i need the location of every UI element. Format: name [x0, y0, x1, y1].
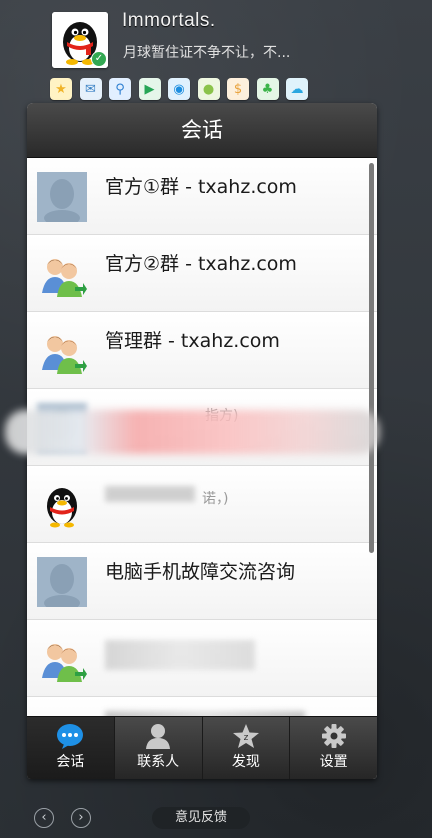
default-avatar-icon — [37, 557, 87, 607]
user-signature[interactable]: 月球暂住证不争不让，不... — [123, 42, 290, 62]
group-avatar-icon — [37, 249, 87, 299]
conversation-preview: 诺，) — [202, 491, 229, 507]
mail-icon[interactable]: ✉ — [79, 78, 102, 100]
penguin-avatar-icon — [37, 480, 87, 530]
tab-label: 设置 — [319, 754, 348, 770]
tab-label: 会话 — [56, 754, 85, 770]
redaction-smear — [5, 410, 380, 454]
chat-bubble-icon — [55, 723, 85, 749]
redacted-block — [105, 486, 195, 502]
online-status-icon: ✓ — [91, 51, 107, 67]
game-ball-icon[interactable]: ● — [197, 78, 220, 100]
user-nickname[interactable]: Immortals. — [122, 10, 216, 32]
money-bag-icon[interactable]: $ — [227, 78, 249, 100]
gear-icon — [319, 723, 349, 749]
conversation-item[interactable]: 电脑手机故障交流咨询 — [27, 543, 377, 620]
conversation-item[interactable] — [27, 620, 377, 697]
user-avatar[interactable]: ✓ — [52, 12, 108, 68]
favorite-star-icon[interactable]: ★ — [50, 78, 72, 100]
tab-label: 发现 — [231, 754, 260, 770]
list-scrollbar[interactable] — [369, 163, 374, 553]
conversation-title: 管理群 - txahz.com — [105, 330, 280, 352]
chevron-left-icon[interactable]: ‹ — [34, 808, 54, 828]
conversation-item[interactable]: 官方①群 - txahz.com — [27, 158, 377, 235]
conversation-item[interactable]: 管理群 - txahz.com — [27, 312, 377, 389]
conversation-title: 官方①群 - txahz.com — [105, 176, 297, 198]
redacted-block — [105, 640, 255, 670]
conversation-title: 电脑手机故障交流咨询 — [105, 561, 296, 583]
conversation-item[interactable] — [27, 697, 377, 717]
tab-label: 联系人 — [137, 754, 180, 770]
feedback-button[interactable]: 意见反馈 — [152, 807, 250, 829]
conversation-item[interactable]: 诺，) — [27, 466, 377, 543]
default-avatar-icon — [37, 172, 87, 222]
panel-title: 会话 — [27, 103, 377, 158]
browser-icon[interactable]: ◉ — [168, 78, 190, 100]
bottom-tab-bar: 会话 联系人 z 发现 设置 — [27, 716, 377, 779]
conversation-item[interactable]: 官方②群 - txahz.com — [27, 235, 377, 312]
chevron-right-icon[interactable]: › — [71, 808, 91, 828]
search-icon[interactable]: ⚲ — [109, 78, 131, 100]
video-play-icon[interactable]: ▶ — [138, 78, 161, 100]
tab-settings[interactable]: 设置 — [290, 717, 377, 779]
clover-icon[interactable]: ♣ — [256, 78, 279, 100]
tab-discover[interactable]: z 发现 — [203, 717, 291, 779]
svg-text:z: z — [244, 733, 249, 743]
group-avatar-icon — [37, 326, 87, 376]
app-shortcut-bar: ★ ✉ ⚲ ▶ ◉ ● $ ♣ ☁ — [50, 78, 308, 100]
compass-star-icon: z — [231, 723, 261, 749]
person-icon — [143, 723, 173, 749]
tab-conversations[interactable]: 会话 — [27, 717, 115, 779]
cloud-drive-icon[interactable]: ☁ — [286, 78, 308, 100]
tab-contacts[interactable]: 联系人 — [115, 717, 203, 779]
conversation-title: 官方②群 - txahz.com — [105, 253, 297, 275]
group-avatar-icon — [37, 634, 87, 684]
